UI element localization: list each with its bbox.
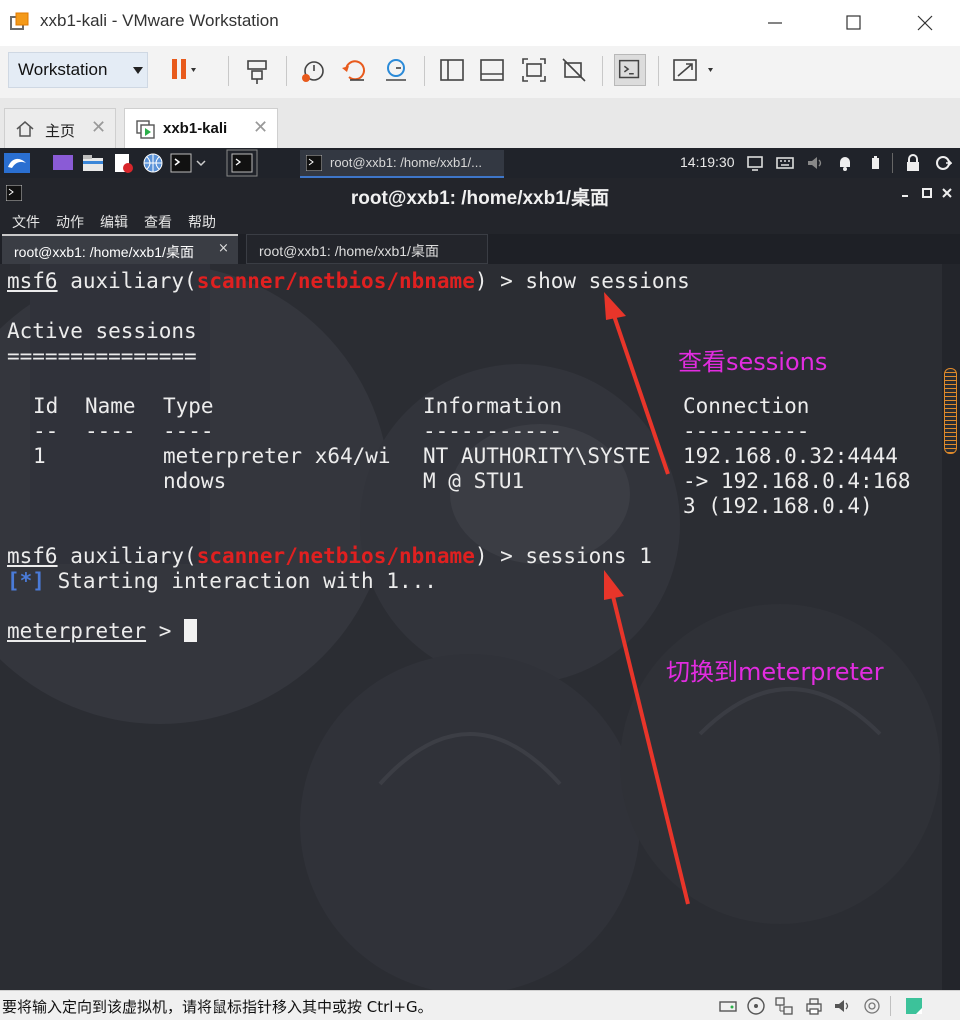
terminal-icon [306, 155, 322, 171]
tab-xxb1-kali-label: xxb1-kali [163, 120, 228, 137]
snapshot-icon[interactable] [298, 54, 330, 86]
workstation-menu-dropdown[interactable]: Workstation [8, 52, 148, 88]
maximize-icon[interactable] [920, 186, 934, 200]
close-tab-icon[interactable]: ✕ [253, 117, 268, 138]
vmware-app-icon [10, 12, 29, 30]
arrow-show-sessions [608, 303, 670, 475]
maximize-icon[interactable] [838, 8, 868, 38]
annotation-show-sessions: 查看sessions [678, 348, 828, 376]
arrow-show-sessions-head [604, 292, 626, 320]
menu-edit[interactable]: 编辑 [100, 212, 128, 232]
terminal-tab-2[interactable]: root@xxb1: /home/xxb1/桌面 [246, 234, 488, 264]
network-adapter-icon[interactable] [774, 996, 794, 1016]
hard-disk-icon[interactable] [718, 996, 738, 1016]
snapshot-manager-icon[interactable] [380, 54, 412, 86]
toolbar-divider [424, 56, 425, 86]
panel-divider [892, 153, 893, 173]
workspace-icon[interactable] [52, 153, 74, 173]
revert-snapshot-icon[interactable] [338, 54, 370, 86]
kali-top-panel: root@xxb1: /home/xxb1/... 14:19:30 [0, 148, 960, 178]
arrow-switch-meterpreter-head [604, 570, 624, 600]
menu-actions[interactable]: 动作 [56, 212, 84, 232]
send-ctrl-alt-del-icon[interactable] [242, 54, 274, 86]
menu-view[interactable]: 查看 [144, 212, 172, 232]
terminal-tab-bar: root@xxb1: /home/xxb1/桌面 × root@xxb1: /h… [0, 234, 960, 264]
toolbar-divider [658, 56, 659, 86]
terminal-window-title: root@xxb1: /home/xxb1/桌面 [350, 188, 610, 209]
show-library-icon[interactable] [436, 54, 468, 86]
lock-screen-icon[interactable] [904, 153, 922, 173]
close-tab-icon[interactable]: ✕ [91, 117, 106, 138]
minimize-icon[interactable] [760, 8, 790, 38]
home-icon [16, 121, 34, 137]
printer-icon[interactable] [804, 996, 824, 1016]
power-manager-icon[interactable] [866, 153, 884, 173]
terminal-tab-label: root@xxb1: /home/xxb1/桌面 [259, 243, 439, 259]
toolbar-divider [286, 56, 287, 86]
console-view-icon[interactable] [614, 54, 646, 86]
minimize-icon[interactable] [898, 186, 912, 200]
vm-running-icon [136, 120, 155, 139]
file-manager-icon[interactable] [82, 153, 104, 173]
display-icon[interactable] [746, 153, 764, 173]
title-bar: xxb1-kali - VMware Workstation [0, 0, 960, 46]
annotation-switch-meterpreter: 切换到meterpreter [666, 658, 884, 686]
terminal-task-icon[interactable] [226, 149, 258, 177]
terminal-scrollbar[interactable] [942, 264, 960, 990]
arrow-switch-meterpreter [608, 583, 690, 905]
status-bar: 要将输入定向到该虚拟机，请将鼠标指针移入其中或按 Ctrl+G。 [0, 990, 960, 1020]
logout-icon[interactable] [934, 153, 952, 173]
text-editor-icon[interactable] [112, 153, 134, 173]
terminal-title-bar: root@xxb1: /home/xxb1/桌面 [0, 178, 960, 210]
close-icon[interactable] [940, 186, 954, 200]
terminal-output[interactable]: msf6 auxiliary(scanner/netbios/nbname) >… [0, 264, 942, 990]
terminal-taskbar-button[interactable]: root@xxb1: /home/xxb1/... [300, 150, 504, 178]
toolbar-divider [602, 56, 603, 86]
workstation-menu-label: Workstation [18, 60, 108, 79]
terminal-menu-bar: 文件 动作 编辑 查看 帮助 [0, 210, 960, 234]
vm-guest-screen[interactable]: root@xxb1: /home/xxb1/... 14:19:30 root@… [0, 148, 960, 990]
cd-dvd-icon[interactable] [746, 996, 766, 1016]
pause-icon[interactable] [166, 54, 198, 86]
vm-tab-strip: 主页 ✕ xxb1-kali ✕ [0, 98, 960, 148]
unity-icon[interactable] [558, 54, 590, 86]
taskbar-window-label: root@xxb1: /home/xxb1/... [330, 155, 482, 170]
tab-xxb1-kali[interactable]: xxb1-kali ✕ [124, 108, 278, 148]
scrollbar-thumb[interactable] [944, 368, 957, 454]
tab-home-label: 主页 [45, 123, 76, 140]
stretch-guest-icon[interactable] [670, 54, 724, 86]
chevron-down-icon [133, 67, 143, 74]
status-message: 要将输入定向到该虚拟机，请将鼠标指针移入其中或按 Ctrl+G。 [2, 998, 433, 1016]
sound-card-icon[interactable] [832, 996, 852, 1016]
window-title: xxb1-kali - VMware Workstation [40, 11, 279, 30]
menu-help[interactable]: 帮助 [188, 212, 216, 232]
menu-file[interactable]: 文件 [12, 212, 40, 232]
browser-icon[interactable] [142, 153, 164, 173]
terminal-tab-1[interactable]: root@xxb1: /home/xxb1/桌面 × [2, 234, 238, 264]
full-screen-icon[interactable] [518, 54, 550, 86]
volume-icon[interactable] [806, 153, 824, 173]
thumbnail-bar-icon[interactable] [476, 54, 508, 86]
panel-clock: 14:19:30 [680, 154, 735, 170]
display-settings-icon[interactable] [862, 996, 882, 1016]
terminal-tab-label: root@xxb1: /home/xxb1/桌面 [14, 244, 194, 260]
vmware-toolbar: Workstation [0, 46, 960, 98]
toolbar-divider [228, 56, 229, 86]
notification-bell-icon[interactable] [836, 153, 854, 173]
status-divider [890, 996, 891, 1016]
kali-menu-icon[interactable] [4, 153, 30, 173]
message-log-icon[interactable] [904, 996, 924, 1016]
keyboard-icon[interactable] [776, 153, 794, 173]
close-icon[interactable] [910, 8, 940, 38]
terminal-launcher-icon[interactable] [170, 153, 206, 173]
tab-home[interactable]: 主页 ✕ [4, 108, 116, 148]
close-tab-icon[interactable]: × [218, 241, 229, 256]
